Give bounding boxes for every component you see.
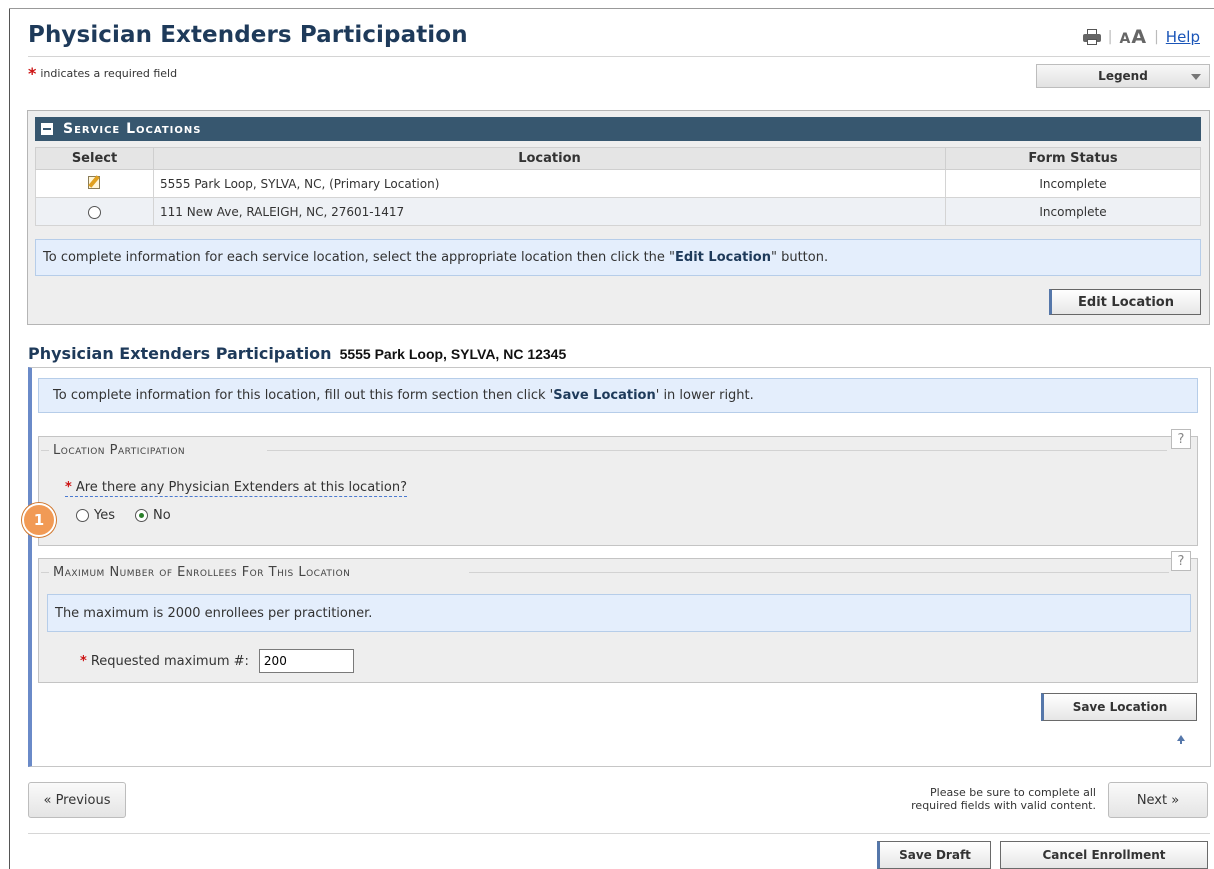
edit-location-button[interactable]: Edit Location	[1049, 289, 1201, 315]
legend-dropdown[interactable]: Legend	[1036, 64, 1210, 88]
radio-label: Yes	[94, 508, 115, 523]
tool-separator: |	[1154, 29, 1159, 45]
page-title: Physician Extenders Participation	[28, 22, 468, 48]
required-field-note: * indicates a required field	[28, 64, 177, 83]
instruction-emphasis: Edit Location	[675, 250, 771, 265]
completion-note-line: required fields with valid content.	[911, 799, 1096, 812]
table-row[interactable]: 111 New Ave, RALEIGH, NC, 27601-1417 Inc…	[35, 197, 1201, 226]
requested-maximum-input[interactable]	[258, 649, 354, 673]
maximum-info: The maximum is 2000 enrollees per practi…	[47, 594, 1191, 632]
required-asterisk-icon: *	[80, 653, 87, 669]
service-locations-title: Service Locations	[63, 121, 202, 137]
instruction-text: To complete information for this locatio…	[53, 388, 554, 403]
step-callout-badge: 1	[22, 503, 56, 537]
page-frame-top	[9, 8, 1214, 9]
physician-extenders-question[interactable]: * Are there any Physician Extenders at th…	[65, 480, 407, 497]
service-locations-header[interactable]: Service Locations	[35, 117, 1201, 141]
location-participation-fieldset: Location Participation ? * Are there any …	[38, 429, 1198, 546]
location-radio[interactable]	[88, 205, 101, 219]
row-select-cell[interactable]	[35, 197, 154, 226]
text-size-icon[interactable]: AA	[1120, 26, 1148, 48]
save-location-button[interactable]: Save Location	[1041, 693, 1197, 721]
location-cell: 111 New Ave, RALEIGH, NC, 27601-1417	[153, 197, 946, 226]
location-cell: 5555 Park Loop, SYLVA, NC, (Primary Loca…	[153, 169, 946, 198]
section-title: Physician Extenders Participation 5555 Pa…	[28, 344, 566, 363]
legend-label: Legend	[1098, 69, 1148, 83]
form-instructions: To complete information for this locatio…	[38, 378, 1198, 413]
service-locations-table: Select Location Form Status 5555 Park Lo…	[35, 147, 1201, 226]
chevron-down-icon	[1191, 74, 1201, 80]
help-question-icon[interactable]: ?	[1171, 429, 1191, 449]
table-row[interactable]: 5555 Park Loop, SYLVA, NC, (Primary Loca…	[35, 169, 1201, 198]
section-address: 5555 Park Loop, SYLVA, NC 12345	[339, 346, 567, 362]
footer-divider	[28, 833, 1210, 834]
radio-option-no[interactable]: No	[135, 508, 171, 523]
fieldset-rule	[41, 450, 49, 451]
save-draft-button[interactable]: Save Draft	[877, 841, 991, 869]
radio-label: No	[153, 508, 171, 523]
instruction-text: ' in lower right.	[655, 388, 754, 403]
maximum-enrollees-fieldset: Maximum Number of Enrollees For This Loc…	[38, 551, 1198, 683]
column-header-form-status: Form Status	[945, 147, 1201, 170]
participation-radio-group: Yes No	[76, 508, 191, 523]
title-divider	[28, 56, 1210, 57]
requested-maximum-row: * Requested maximum #:	[80, 649, 354, 673]
instruction-text: " button.	[770, 250, 829, 265]
completion-note-line: Please be sure to complete all	[930, 786, 1096, 799]
fieldset-rule	[267, 450, 1167, 451]
radio-no[interactable]	[135, 509, 148, 522]
column-header-location: Location	[153, 147, 946, 170]
fieldset-rule	[41, 572, 49, 573]
row-select-cell[interactable]	[35, 169, 154, 198]
form-status-cell: Incomplete	[945, 197, 1201, 226]
radio-option-yes[interactable]: Yes	[76, 508, 115, 523]
form-status-cell: Incomplete	[945, 169, 1201, 198]
instruction-text: To complete information for each service…	[43, 250, 676, 265]
section-title-text: Physician Extenders Participation	[28, 344, 332, 363]
help-link[interactable]: Help	[1166, 28, 1200, 46]
previous-button[interactable]: « Previous	[28, 782, 126, 818]
fieldset-legend: Location Participation	[49, 443, 190, 458]
service-locations-panel: Service Locations Select Location Form S…	[27, 110, 1210, 325]
service-locations-instructions: To complete information for each service…	[35, 239, 1201, 276]
requested-maximum-label: Requested maximum #:	[90, 653, 249, 669]
fieldset-rule	[469, 572, 1169, 573]
edit-pencil-icon[interactable]	[87, 175, 102, 189]
required-note-text: indicates a required field	[40, 67, 178, 80]
fieldset-legend: Maximum Number of Enrollees For This Loc…	[49, 565, 355, 580]
page-frame-left	[9, 8, 10, 869]
radio-yes[interactable]	[76, 509, 89, 522]
collapse-icon[interactable]	[41, 123, 53, 135]
next-button[interactable]: Next »	[1108, 782, 1208, 818]
tool-separator: |	[1107, 29, 1113, 45]
print-icon[interactable]	[1082, 29, 1101, 45]
help-question-icon[interactable]: ?	[1171, 551, 1191, 571]
cancel-enrollment-button[interactable]: Cancel Enrollment	[1000, 841, 1208, 869]
question-text: Are there any Physician Extenders at thi…	[75, 480, 407, 495]
top-tools: | AA | Help	[1082, 26, 1200, 48]
completion-note: Please be sure to complete all required …	[826, 786, 1096, 812]
instruction-emphasis: Save Location	[553, 388, 656, 403]
required-asterisk-icon: *	[28, 64, 37, 83]
required-asterisk-icon: *	[65, 480, 72, 495]
back-to-top-icon[interactable]	[1177, 735, 1185, 744]
column-header-select: Select	[35, 147, 154, 170]
